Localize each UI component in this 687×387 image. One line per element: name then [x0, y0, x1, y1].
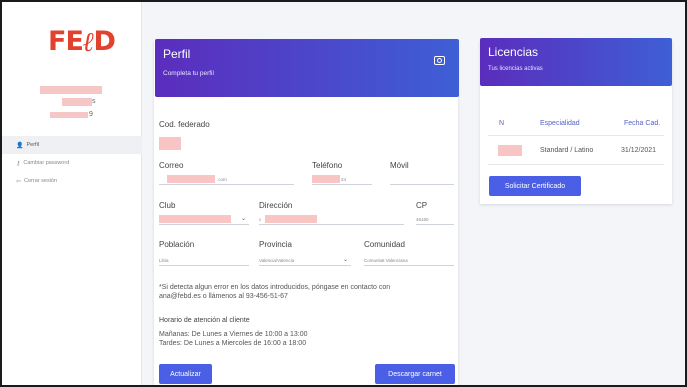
telefono-label: Teléfono — [312, 161, 343, 170]
poblacion-value: Lliria — [159, 258, 169, 263]
chevron-down-icon: ⌄ — [241, 216, 247, 222]
cp-value: 46160 — [416, 217, 429, 222]
hours-title: Horario de atención al cliente — [159, 317, 250, 324]
logo-text-end: D — [93, 26, 115, 57]
cp-label: CP — [416, 201, 428, 210]
provincia-label: Provincia — [259, 240, 292, 249]
cod-federado-label: Cod. federado — [159, 120, 210, 129]
poblacion-input[interactable]: Lliria — [159, 254, 249, 266]
logout-icon: ⇦ — [16, 178, 22, 185]
direccion-input[interactable]: c — [259, 213, 404, 225]
provincia-select[interactable]: Valencia/Valencia ⌄ — [259, 254, 351, 266]
chevron-down-icon: ⌄ — [343, 257, 349, 263]
sidebar-item-label: Cerrar sesión — [24, 178, 58, 184]
sidebar-item-cerrar-sesion[interactable]: ⇦ Cerrar sesión — [2, 172, 142, 190]
sidebar-item-perfil[interactable]: 👤 Perfil — [2, 136, 142, 154]
profile-title: Perfil — [163, 47, 191, 61]
sidebar-item-label: Cambiar password — [23, 160, 70, 166]
movil-label: Móvil — [390, 161, 409, 170]
sidebar: FEℓD s 9 👤 Perfil ⚷ Cambiar password ⇦ C… — [2, 2, 142, 385]
main-content: Perfil Completa tu perfil Cod. federado … — [142, 2, 685, 385]
table-header-divider — [488, 135, 664, 136]
movil-input[interactable] — [390, 173, 454, 185]
correo-label: Correo — [159, 161, 184, 170]
comunidad-value: Comunitat Valenciana — [364, 258, 408, 263]
logo-text-start: FE — [48, 26, 84, 57]
profile-header: Perfil Completa tu perfil — [155, 39, 459, 97]
provincia-value: Valencia/Valencia — [259, 258, 295, 263]
key-icon: ⚷ — [16, 160, 21, 167]
cp-input[interactable]: 46160 — [416, 213, 454, 225]
telefono-value-tail: 24 — [341, 177, 347, 182]
poblacion-label: Población — [159, 240, 195, 249]
user-id-redacted — [50, 112, 88, 118]
sidebar-item-cambiar-password[interactable]: ⚷ Cambiar password — [2, 154, 142, 172]
license-especialidad: Standard / Latino — [540, 147, 594, 154]
download-card-button[interactable]: Descargar carnet — [375, 364, 455, 384]
club-label: Club — [159, 201, 176, 210]
telefono-input[interactable]: 24 — [312, 173, 372, 185]
direccion-redacted — [265, 215, 317, 223]
contact-note: *Si detecta algun error en los datos int… — [159, 283, 459, 301]
comunidad-label: Comunidad — [364, 240, 405, 249]
column-header-fecha: Fecha Cad. — [624, 120, 661, 127]
hours-afternoon: Tardes: De Lunes a Miercoles de 16:00 a … — [159, 340, 307, 347]
direccion-label: Dirección — [259, 201, 293, 210]
table-row-divider — [488, 164, 664, 165]
update-button[interactable]: Actualizar — [159, 364, 212, 384]
licenses-subtitle: Tus licencias activas — [488, 66, 543, 72]
cod-federado-input[interactable] — [159, 137, 181, 150]
logo-mark: ℓ — [82, 27, 95, 58]
user-id-tail: 9 — [89, 111, 93, 118]
licenses-title: Licencias — [488, 45, 539, 59]
profile-card: Perfil Completa tu perfil Cod. federado … — [154, 39, 459, 385]
telefono-redacted — [312, 175, 340, 183]
column-header-especialidad: Especialidad — [540, 120, 580, 127]
licenses-card: Licencias Tus licencias activas N Especi… — [480, 38, 672, 204]
comunidad-input[interactable]: Comunitat Valenciana — [364, 254, 454, 266]
hours-morning: Mañanas: De Lunes a Viernes de 10:00 a 1… — [159, 331, 308, 338]
correo-redacted — [167, 175, 215, 183]
license-fecha: 31/12/2021 — [621, 147, 657, 154]
sidebar-nav: 👤 Perfil ⚷ Cambiar password ⇦ Cerrar ses… — [2, 136, 142, 190]
contact-note-line2: ana@febd.es o llámenos al 93-456-51-67 — [159, 293, 288, 300]
user-name-redacted — [40, 86, 102, 94]
contact-note-line1: *Si detecta algun error en los datos int… — [159, 284, 391, 291]
profile-subtitle: Completa tu perfil — [163, 70, 214, 77]
request-certificate-button[interactable]: Solicitar Certificado — [489, 176, 581, 196]
correo-value-tail: .com — [217, 177, 227, 182]
licenses-header: Licencias Tus licencias activas — [480, 38, 672, 86]
direccion-value-head: c — [259, 217, 262, 222]
user-icon: 👤 — [16, 142, 24, 149]
license-number-redacted — [498, 145, 522, 156]
club-redacted — [159, 215, 231, 223]
user-name-tail: s — [92, 98, 96, 105]
febd-logo: FEℓD — [48, 26, 116, 58]
correo-input[interactable]: .com — [159, 173, 294, 185]
column-header-n: N — [499, 120, 505, 127]
camera-icon[interactable] — [434, 56, 445, 65]
user-name-redacted-2 — [62, 98, 92, 106]
sidebar-item-label: Perfil — [26, 142, 40, 148]
club-select[interactable]: ⌄ — [159, 213, 249, 225]
